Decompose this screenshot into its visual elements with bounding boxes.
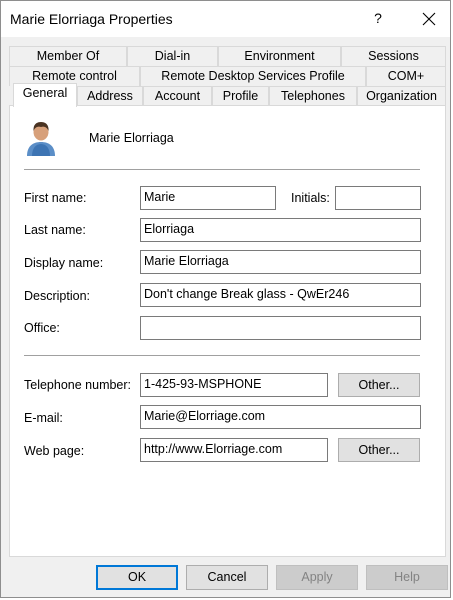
title-bar: Marie Elorriaga Properties ? — [1, 1, 450, 37]
tab-com-plus[interactable]: COM+ — [366, 66, 446, 86]
display-name-field[interactable]: Marie Elorriaga — [140, 250, 421, 274]
office-field[interactable] — [140, 316, 421, 340]
tab-sessions[interactable]: Sessions — [341, 46, 446, 66]
help-title-button[interactable]: ? — [367, 7, 389, 29]
initials-label: Initials: — [291, 191, 330, 205]
tab-environment[interactable]: Environment — [218, 46, 341, 66]
first-name-field[interactable]: Marie — [140, 186, 276, 210]
description-field[interactable]: Don't change Break glass - QwEr246 — [140, 283, 421, 307]
email-label: E-mail: — [24, 411, 63, 425]
description-label: Description: — [24, 289, 90, 303]
separator-top — [24, 169, 420, 171]
last-name-field[interactable]: Elorriaga — [140, 218, 421, 242]
separator-middle — [24, 355, 420, 357]
telephone-label: Telephone number: — [24, 378, 132, 392]
close-icon[interactable] — [417, 7, 441, 31]
help-button[interactable]: Help — [366, 565, 448, 590]
properties-dialog: Marie Elorriaga Properties ? Member Of D… — [0, 0, 451, 598]
tab-profile[interactable]: Profile — [212, 86, 269, 106]
window-title: Marie Elorriaga Properties — [10, 11, 173, 27]
last-name-label: Last name: — [24, 223, 86, 237]
other-telephone-button[interactable]: Other... — [338, 373, 420, 397]
webpage-label: Web page: — [24, 444, 85, 458]
tab-dial-in[interactable]: Dial-in — [127, 46, 218, 66]
tab-organization[interactable]: Organization — [357, 86, 446, 106]
telephone-field[interactable]: 1-425-93-MSPHONE — [140, 373, 328, 397]
initials-field[interactable] — [335, 186, 421, 210]
tab-member-of[interactable]: Member Of — [9, 46, 127, 66]
user-avatar-icon — [23, 119, 59, 157]
tab-address[interactable]: Address — [77, 86, 143, 106]
cancel-button[interactable]: Cancel — [186, 565, 268, 590]
apply-button[interactable]: Apply — [276, 565, 358, 590]
other-webpage-button[interactable]: Other... — [338, 438, 420, 462]
ok-button[interactable]: OK — [96, 565, 178, 590]
first-name-label: First name: — [24, 191, 87, 205]
tab-general[interactable]: General — [13, 83, 77, 107]
webpage-field[interactable]: http://www.Elorriage.com — [140, 438, 328, 462]
user-display-name: Marie Elorriaga — [89, 131, 174, 145]
tab-rds-profile[interactable]: Remote Desktop Services Profile — [140, 66, 366, 86]
tab-telephones[interactable]: Telephones — [269, 86, 357, 106]
email-field[interactable]: Marie@Elorriage.com — [140, 405, 421, 429]
display-name-label: Display name: — [24, 256, 104, 270]
office-label: Office: — [24, 321, 60, 335]
tab-account[interactable]: Account — [143, 86, 212, 106]
